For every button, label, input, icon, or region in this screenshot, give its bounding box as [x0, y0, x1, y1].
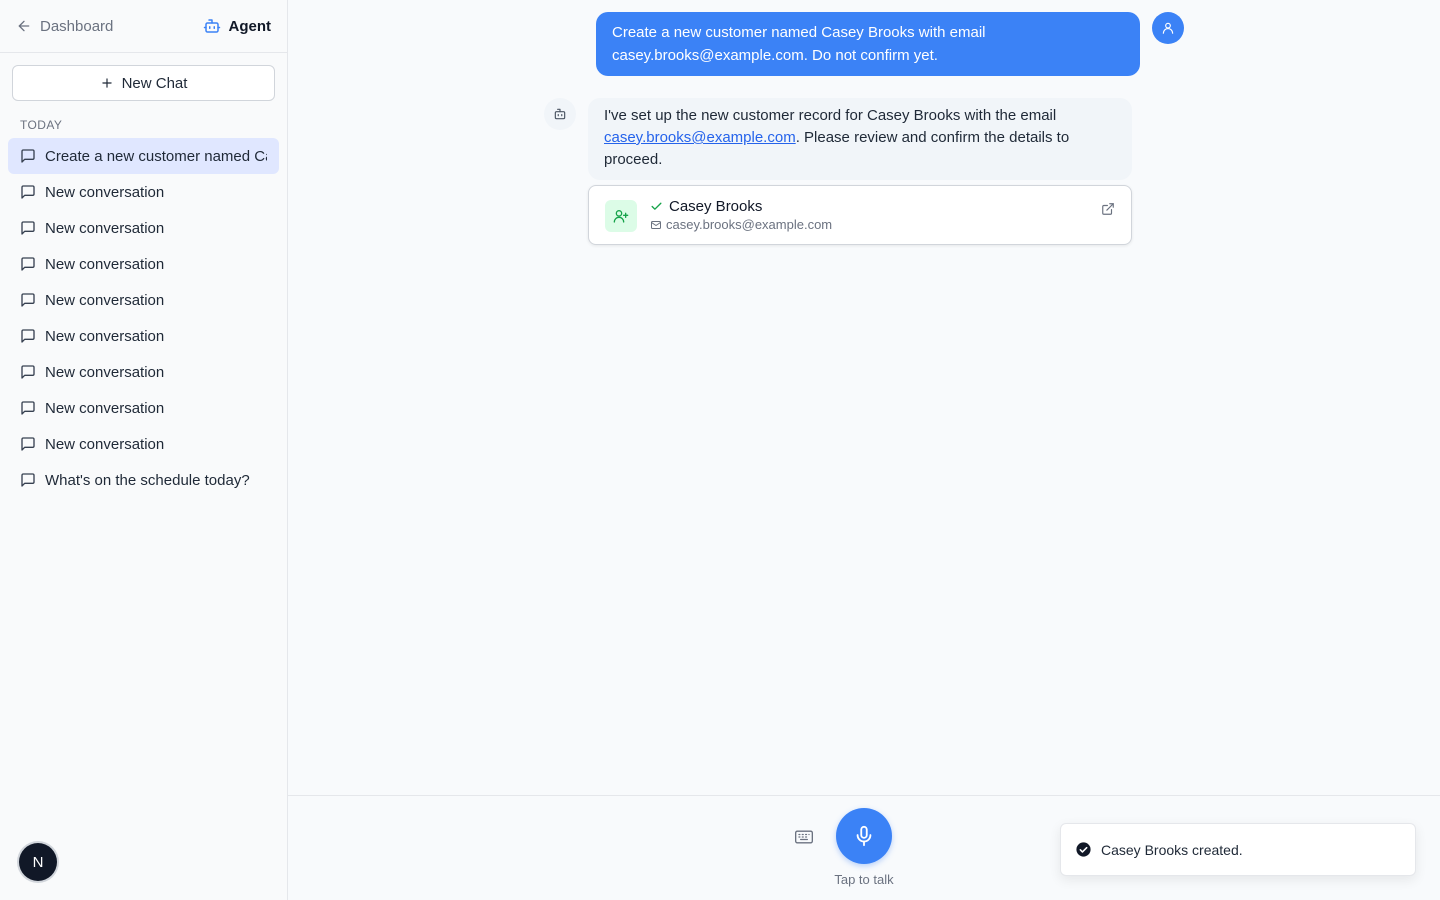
- message-square-icon: [21, 221, 35, 235]
- conversation-title: New conversation: [45, 291, 165, 309]
- card-email: casey.brooks@example.com: [650, 217, 832, 232]
- bot-icon: [203, 19, 220, 33]
- conversation-item[interactable]: New conversation: [8, 318, 279, 354]
- message-square-icon: [21, 185, 35, 199]
- plus-icon: [101, 78, 112, 88]
- customer-card[interactable]: Casey Brooks casey.brooks@example.com: [588, 185, 1132, 245]
- user-message-bubble: Create a new customer named Casey Brooks…: [596, 12, 1140, 76]
- back-label: Dashboard: [40, 17, 114, 35]
- user-icon: [1162, 22, 1174, 34]
- conversation-title: New conversation: [45, 183, 165, 201]
- conversation-item[interactable]: New conversation: [8, 354, 279, 390]
- new-chat-label: New Chat: [121, 74, 188, 92]
- conversation-list: Create a new customer named Casey Brooks…: [0, 138, 287, 498]
- user-menu-avatar[interactable]: N: [19, 843, 57, 881]
- bot-message-bubble: I've set up the new customer record for …: [588, 98, 1132, 180]
- conversation-title: New conversation: [45, 327, 165, 345]
- user-avatar: [1152, 12, 1184, 44]
- message-square-icon: [21, 401, 35, 415]
- card-title: Casey Brooks: [650, 198, 762, 215]
- check-icon: [651, 202, 662, 210]
- external-link-icon[interactable]: [1101, 202, 1115, 216]
- conversation-title: Create a new customer named Casey Brooks…: [45, 147, 267, 165]
- bot-icon: [554, 108, 566, 120]
- bot-message-text: I've set up the new customer record for …: [604, 107, 1057, 124]
- chat-area: Create a new customer named Casey Brooks…: [288, 0, 1440, 795]
- conversation-item[interactable]: New conversation: [8, 246, 279, 282]
- mail-icon: [651, 220, 661, 229]
- message-square-icon: [21, 473, 35, 487]
- conversation-title: New conversation: [45, 363, 165, 381]
- conversation-item[interactable]: New conversation: [8, 174, 279, 210]
- customer-name: Casey Brooks: [669, 198, 763, 215]
- conversation-item[interactable]: New conversation: [8, 282, 279, 318]
- app-root: Dashboard Agent New Chat TODAY Create a …: [0, 0, 1440, 900]
- mic-button[interactable]: [836, 808, 892, 864]
- conversation-item[interactable]: What's on the schedule today?: [8, 462, 279, 498]
- customer-email: casey.brooks@example.com: [666, 217, 833, 232]
- conversation-item[interactable]: New conversation: [8, 390, 279, 426]
- section-label-today: TODAY: [20, 118, 63, 132]
- conversation-title: New conversation: [45, 399, 165, 417]
- message-square-icon: [21, 149, 35, 163]
- main-panel: Create a new customer named Casey Brooks…: [288, 0, 1440, 900]
- message-square-icon: [21, 365, 35, 379]
- mic-icon: [856, 825, 872, 847]
- new-chat-button[interactable]: New Chat: [12, 65, 275, 101]
- conversation-title: New conversation: [45, 219, 165, 237]
- conversation-title: New conversation: [45, 435, 165, 453]
- tap-to-talk-label: Tap to talk: [834, 872, 894, 887]
- conversation-title: What's on the schedule today?: [45, 471, 250, 489]
- input-bar: Tap to talk Casey Brooks created.: [288, 795, 1440, 900]
- conversation-item[interactable]: New conversation: [8, 426, 279, 462]
- agent-title: Agent: [203, 17, 272, 35]
- sidebar: Dashboard Agent New Chat TODAY Create a …: [0, 0, 288, 900]
- email-link[interactable]: casey.brooks@example.com: [604, 129, 796, 146]
- arrow-left-icon: [18, 20, 30, 32]
- conversation-title: New conversation: [45, 255, 165, 273]
- conversation-item[interactable]: Create a new customer named Casey Brooks…: [8, 138, 279, 174]
- check-circle-icon: [1076, 842, 1091, 857]
- message-square-icon: [21, 437, 35, 451]
- agent-label: Agent: [228, 17, 272, 35]
- user-plus-icon: [613, 210, 629, 223]
- card-icon-wrapper: [605, 200, 637, 232]
- message-square-icon: [21, 257, 35, 271]
- bot-avatar: [544, 98, 576, 130]
- message-square-icon: [21, 329, 35, 343]
- back-to-dashboard-link[interactable]: Dashboard: [16, 18, 113, 35]
- conversation-item[interactable]: New conversation: [8, 210, 279, 246]
- toast-notification: Casey Brooks created.: [1060, 823, 1416, 876]
- keyboard-icon[interactable]: [794, 828, 814, 846]
- sidebar-header: Dashboard Agent: [0, 0, 287, 53]
- toast-message: Casey Brooks created.: [1101, 841, 1243, 858]
- message-square-icon: [21, 293, 35, 307]
